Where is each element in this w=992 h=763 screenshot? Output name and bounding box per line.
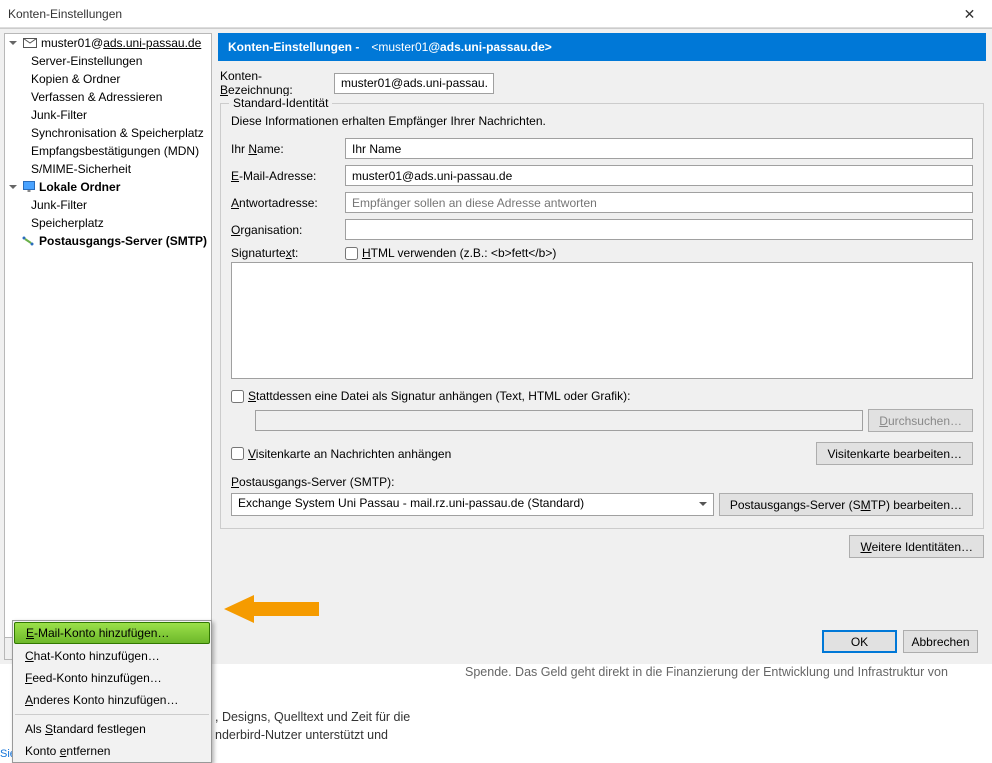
account-actions-menu: E-Mail-Konto hinzufügen… Chat-Konto hinz… — [12, 620, 212, 763]
pane-header: Konten-Einstellungen - <muster01@ads.uni… — [218, 33, 986, 61]
more-identities-button[interactable]: Weitere Identitäten… — [849, 535, 984, 558]
smtp-icon — [21, 235, 35, 247]
pane-subtitle: <muster01@ads.uni-passau.de> — [371, 40, 551, 54]
tree-smtp[interactable]: Postausgangs-Server (SMTP) — [5, 232, 211, 250]
mail-icon — [23, 37, 37, 49]
tree-item[interactable]: Junk-Filter — [5, 196, 211, 214]
fieldset-desc: Diese Informationen erhalten Empfänger I… — [231, 114, 973, 128]
name-input[interactable] — [345, 138, 973, 159]
annotation-arrow-icon — [224, 593, 324, 625]
dialog: muster01@ads.uni-passau.de Server-Einste… — [0, 28, 992, 664]
menu-separator — [15, 714, 209, 715]
pane-title: Konten-Einstellungen - — [228, 40, 359, 54]
tree-item[interactable]: Speicherplatz — [5, 214, 211, 232]
tree-item[interactable]: Junk-Filter — [5, 106, 211, 124]
smtp-select[interactable]: Exchange System Uni Passau - mail.rz.uni… — [231, 493, 714, 516]
org-input[interactable] — [345, 219, 973, 240]
tree-item[interactable]: Kopien & Ordner — [5, 70, 211, 88]
background-text: Spende. Das Geld geht direkt in die Fina… — [465, 665, 948, 679]
name-label: Ihr Name: — [231, 142, 345, 156]
vcard-checkbox-input[interactable] — [231, 447, 244, 460]
vcard-checkbox[interactable]: Visitenkarte an Nachrichten anhängen — [231, 447, 811, 461]
background-text: nderbird-Nutzer unterstützt und — [215, 728, 388, 742]
html-checkbox[interactable]: HTML verwenden (z.B.: <b>fett</b>) — [345, 246, 556, 260]
org-label: Organisation: — [231, 223, 345, 237]
identity-fieldset: Standard-Identität Diese Informationen e… — [220, 103, 984, 529]
email-input[interactable] — [345, 165, 973, 186]
attach-file-checkbox-input[interactable] — [231, 390, 244, 403]
tree-item[interactable]: Verfassen & Adressieren — [5, 88, 211, 106]
window-title: Konten-Einstellungen — [8, 7, 947, 21]
monitor-icon — [23, 181, 35, 193]
menu-add-chat[interactable]: Chat-Konto hinzufügen… — [13, 645, 211, 667]
tree-item[interactable]: Server-Einstellungen — [5, 52, 211, 70]
account-label: muster01@ads.uni-passau.de — [41, 36, 201, 50]
tree-local-folders[interactable]: Lokale Ordner — [5, 178, 211, 196]
fieldset-legend: Standard-Identität — [229, 96, 332, 110]
replyto-label: Antwortadresse: — [231, 196, 345, 210]
signature-label: Signaturtext: — [231, 246, 345, 260]
email-label: E-Mail-Adresse: — [231, 169, 345, 183]
tree-item[interactable]: S/MIME-Sicherheit — [5, 160, 211, 178]
tree-item[interactable]: Empfangsbestätigungen (MDN) — [5, 142, 211, 160]
settings-pane: Konten-Einstellungen - <muster01@ads.uni… — [216, 29, 992, 664]
account-tree: muster01@ads.uni-passau.de Server-Einste… — [4, 33, 212, 660]
browse-button: Durchsuchen… — [868, 409, 973, 432]
dialog-footer: OK Abbrechen — [822, 630, 978, 653]
signature-file-input — [255, 410, 863, 431]
menu-add-email[interactable]: E-Mail-Konto hinzufügen… — [14, 622, 210, 644]
menu-add-other[interactable]: Anderes Konto hinzufügen… — [13, 689, 211, 711]
background-text: , Designs, Quelltext und Zeit für die — [215, 710, 410, 724]
close-button[interactable]: ✕ — [947, 0, 992, 28]
attach-file-checkbox[interactable]: Stattdessen eine Datei als Signatur anhä… — [231, 389, 973, 403]
vcard-edit-button[interactable]: Visitenkarte bearbeiten… — [816, 442, 973, 465]
menu-set-default[interactable]: Als Standard festlegen — [13, 718, 211, 740]
signature-textarea[interactable] — [231, 262, 973, 379]
smtp-label: Postausgangs-Server (SMTP): — [231, 475, 973, 489]
replyto-input[interactable] — [345, 192, 973, 213]
tree-account-root[interactable]: muster01@ads.uni-passau.de — [5, 34, 211, 52]
cancel-button[interactable]: Abbrechen — [903, 630, 978, 653]
menu-remove-account[interactable]: Konto entfernen — [13, 740, 211, 762]
smtp-edit-button[interactable]: Postausgangs-Server (SMTP) bearbeiten… — [719, 493, 973, 516]
titlebar: Konten-Einstellungen ✕ — [0, 0, 992, 28]
account-name-label: Konten-Bezeichnung: — [220, 69, 334, 97]
ok-button[interactable]: OK — [822, 630, 897, 653]
twisty-icon[interactable] — [11, 182, 21, 192]
menu-add-feed[interactable]: Feed-Konto hinzufügen… — [13, 667, 211, 689]
account-name-input[interactable] — [334, 73, 494, 94]
tree-item[interactable]: Synchronisation & Speicherplatz — [5, 124, 211, 142]
twisty-icon[interactable] — [11, 38, 21, 48]
html-checkbox-input[interactable] — [345, 247, 358, 260]
